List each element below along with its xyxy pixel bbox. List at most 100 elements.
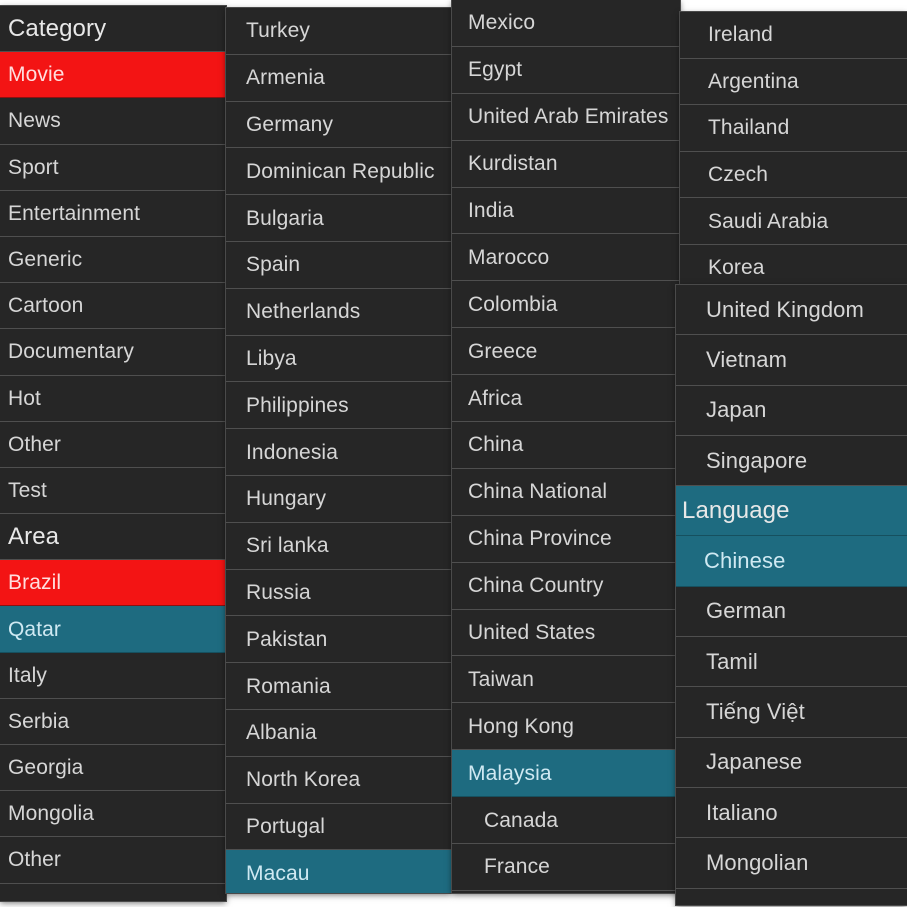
list-item-label: Italiano bbox=[706, 799, 778, 825]
list-item-united-kingdom[interactable]: United Kingdom bbox=[676, 285, 907, 336]
list-item-thailand[interactable]: Thailand bbox=[680, 105, 907, 152]
list-item-germany[interactable]: Germany bbox=[226, 101, 451, 149]
screen: Category Movie News Sport Entertainment Gener… bbox=[0, 0, 907, 907]
list-item-qatar[interactable]: Qatar bbox=[0, 606, 226, 653]
list-item-canada[interactable]: Canada bbox=[452, 797, 680, 845]
list-item-bulgaria[interactable]: Bulgaria bbox=[226, 195, 451, 242]
list-item-marocco[interactable]: Marocco bbox=[452, 234, 680, 282]
list-item-label: China Province bbox=[468, 527, 612, 551]
list-item-ireland[interactable]: Ireland bbox=[680, 12, 907, 59]
list-item-japanese[interactable]: Japanese bbox=[676, 737, 907, 788]
list-item-czech[interactable]: Czech bbox=[680, 151, 907, 199]
list-item-test[interactable]: Test bbox=[0, 467, 226, 515]
list-item-japan[interactable]: Japan bbox=[676, 385, 907, 436]
list-item-philippines[interactable]: Philippines bbox=[226, 382, 451, 430]
list-item-serbia[interactable]: Serbia bbox=[0, 698, 226, 745]
list-item-argentina[interactable]: Argentina bbox=[680, 58, 907, 106]
list-item-mexico[interactable]: Mexico bbox=[452, 0, 680, 47]
list-item-tamil[interactable]: Tamil bbox=[676, 637, 907, 688]
list-item-china[interactable]: China bbox=[452, 422, 680, 469]
list-item-generic[interactable]: Generic bbox=[0, 236, 226, 284]
list-item-spain[interactable]: Spain bbox=[226, 241, 451, 289]
list-item-malaysia[interactable]: Malaysia bbox=[452, 750, 680, 798]
panel-category-area[interactable]: Category Movie News Sport Entertainment Gener… bbox=[0, 6, 226, 901]
list-item-sri-lanka[interactable]: Sri lanka bbox=[226, 522, 451, 570]
list-item-label: Africa bbox=[468, 386, 523, 410]
list-item-mongolia[interactable]: Mongolia bbox=[0, 791, 226, 838]
list-item-documentary[interactable]: Documentary bbox=[0, 329, 226, 376]
list-header-language[interactable]: Language bbox=[676, 486, 907, 537]
list-item-africa[interactable]: Africa bbox=[452, 375, 680, 423]
list-item-cartoon[interactable]: Cartoon bbox=[0, 283, 226, 330]
list-item-italiano[interactable]: Italiano bbox=[676, 787, 907, 839]
list-item-label: Taiwan bbox=[468, 667, 534, 691]
panel-countries-column-3[interactable]: Mexico Egypt United Arab Emirates Kurdistan… bbox=[452, 0, 680, 893]
list-item-other[interactable]: Other bbox=[0, 421, 226, 468]
list-item-singapore[interactable]: Singapore bbox=[676, 435, 907, 487]
list-item-label: Other bbox=[8, 432, 62, 456]
list-item-libya[interactable]: Libya bbox=[226, 335, 451, 383]
list-item-egypt[interactable]: Egypt bbox=[452, 46, 680, 94]
list-item-label: Language bbox=[682, 496, 790, 524]
list-item-korea[interactable]: Korea bbox=[680, 244, 907, 290]
list-item-other[interactable]: Other bbox=[0, 837, 226, 884]
list-item-taiwan[interactable]: Taiwan bbox=[452, 656, 680, 704]
list-item-pakistan[interactable]: Pakistan bbox=[226, 616, 451, 664]
panel-countries-column-2[interactable]: Turkey Armenia Germany Dominican Republic Bu… bbox=[226, 8, 451, 893]
panel-language-overlay[interactable]: United Kingdom Vietnam Japan Singapore Langu… bbox=[676, 285, 907, 905]
list-item-hot[interactable]: Hot bbox=[0, 375, 226, 422]
list-item-hungary[interactable]: Hungary bbox=[226, 475, 451, 523]
list-item-greece[interactable]: Greece bbox=[452, 328, 680, 376]
list-item-mongolian[interactable]: Mongolian bbox=[676, 838, 907, 889]
list-item-georgia[interactable]: Georgia bbox=[0, 745, 226, 792]
list-item-india[interactable]: India bbox=[452, 187, 680, 235]
list-item-label: Egypt bbox=[468, 58, 523, 82]
list-item-united-arab-emirates[interactable]: United Arab Emirates bbox=[452, 93, 680, 141]
list-item-armenia[interactable]: Armenia bbox=[226, 54, 451, 102]
list-item-albania[interactable]: Albania bbox=[226, 709, 451, 757]
list-item-dominican-republic[interactable]: Dominican Republic bbox=[226, 148, 451, 196]
list-item-movie[interactable]: Movie bbox=[0, 52, 226, 99]
list-item-united-states[interactable]: United States bbox=[452, 609, 680, 657]
list-item-russia[interactable]: Russia bbox=[226, 569, 451, 617]
list-item-turkey[interactable]: Turkey bbox=[226, 8, 451, 55]
list-item-north-korea[interactable]: North Korea bbox=[226, 756, 451, 804]
list-item-netherlands[interactable]: Netherlands bbox=[226, 288, 451, 336]
list-item-sport[interactable]: Sport bbox=[0, 144, 226, 191]
list-item-ti-ng-vi-t[interactable]: Tiếng Việt bbox=[676, 687, 907, 738]
list-item-china-province[interactable]: China Province bbox=[452, 515, 680, 563]
list-item-label: United States bbox=[468, 621, 596, 645]
list-item-label: Spain bbox=[246, 253, 301, 277]
list-item-china-country[interactable]: China Country bbox=[452, 562, 680, 610]
list-item-portugal[interactable]: Portugal bbox=[226, 803, 451, 851]
list-item-macau[interactable]: Macau bbox=[226, 850, 451, 893]
list-item-china-national[interactable]: China National bbox=[452, 468, 680, 516]
panel-countries-column-4[interactable]: Ireland Argentina Thailand Czech Saudi Arabi… bbox=[680, 12, 907, 290]
list-item-label: Albania bbox=[246, 721, 317, 745]
list-header-category[interactable]: Category bbox=[0, 6, 226, 53]
list-item-kurdistan[interactable]: Kurdistan bbox=[452, 140, 680, 188]
list-item-label: Test bbox=[8, 478, 47, 502]
list-item-label: Russia bbox=[246, 580, 311, 604]
list-item-label: Bulgaria bbox=[246, 206, 324, 230]
list-item-label: North Korea bbox=[246, 768, 361, 792]
list-item-colombia[interactable]: Colombia bbox=[452, 281, 680, 329]
list-item-entertainment[interactable]: Entertainment bbox=[0, 190, 226, 237]
list-item-label: Brazil bbox=[8, 571, 62, 595]
list-item-label: Tiếng Việt bbox=[706, 699, 805, 725]
list-item-label: United Kingdom bbox=[706, 296, 864, 322]
list-item-label: China bbox=[468, 433, 524, 457]
list-header-area[interactable]: Area bbox=[0, 514, 226, 561]
list-item-news[interactable]: News bbox=[0, 98, 226, 145]
list-item-blank[interactable] bbox=[676, 888, 907, 905]
list-item-hong-kong[interactable]: Hong Kong bbox=[452, 703, 680, 751]
list-item-italy[interactable]: Italy bbox=[0, 652, 226, 699]
list-item-france[interactable]: France bbox=[452, 844, 680, 891]
list-item-chinese[interactable]: Chinese bbox=[676, 536, 907, 587]
list-item-saudi-arabia[interactable]: Saudi Arabia bbox=[680, 198, 907, 245]
list-item-brazil[interactable]: Brazil bbox=[0, 560, 226, 607]
list-item-vietnam[interactable]: Vietnam bbox=[676, 335, 907, 386]
list-item-german[interactable]: German bbox=[676, 586, 907, 638]
list-item-indonesia[interactable]: Indonesia bbox=[226, 429, 451, 476]
list-item-romania[interactable]: Romania bbox=[226, 663, 451, 710]
